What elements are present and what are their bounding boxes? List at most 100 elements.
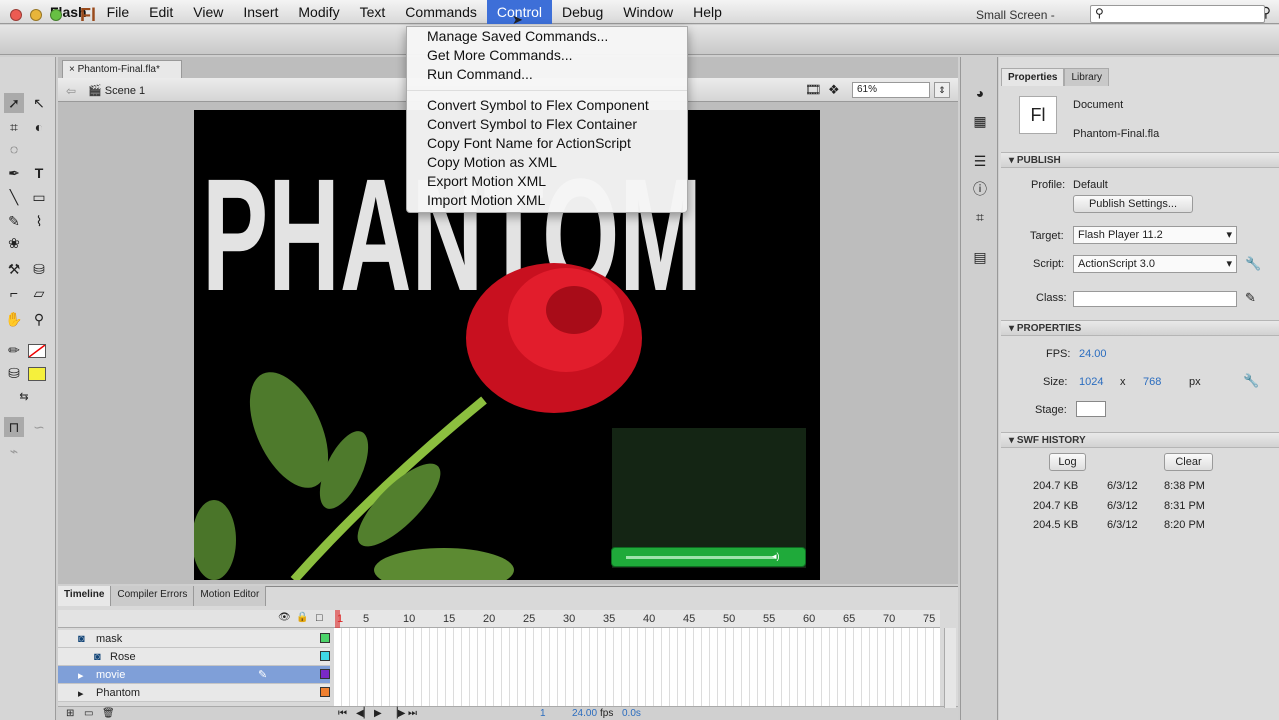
line-tool-icon[interactable]: ╲	[4, 187, 24, 207]
pen-tool-icon[interactable]: ✒	[4, 163, 24, 183]
selection-tool-icon[interactable]: ➚	[4, 93, 24, 113]
edit-scene-icon[interactable]: 🎞	[805, 82, 822, 98]
transform-panel-icon[interactable]: ⌗	[970, 207, 990, 227]
lasso-tool-icon[interactable]: ◌	[4, 139, 24, 159]
menu-item-export-motion-xml[interactable]: Export Motion XML	[427, 173, 546, 189]
layer-row-selected[interactable]: ▸ movie ✎	[58, 666, 330, 684]
last-frame-icon[interactable]: ⏭	[408, 708, 417, 719]
volume-icon[interactable]: ◂)	[772, 551, 780, 562]
tab-library[interactable]: Library	[1064, 68, 1110, 86]
step-forward-icon[interactable]: ▕▶	[390, 708, 405, 719]
swap-colors-icon[interactable]: ⇆	[14, 387, 34, 407]
fps-value[interactable]: 24.00	[1079, 348, 1107, 360]
menu-item-get-more-commands[interactable]: Get More Commands...	[427, 47, 573, 63]
timeline-scrollbar[interactable]	[944, 628, 956, 708]
menu-item-run-command[interactable]: Run Command...	[427, 66, 533, 82]
color-panel-icon[interactable]: ◕	[970, 83, 990, 103]
components-panel-icon[interactable]: ▤	[970, 247, 990, 267]
width-value[interactable]: 1024	[1079, 376, 1103, 388]
fill-color-swatch[interactable]	[28, 367, 46, 381]
bone-tool-icon[interactable]: ⚒	[4, 259, 24, 279]
show-hide-all-icon[interactable]: 👁	[278, 612, 291, 623]
menu-item-copy-motion-xml[interactable]: Copy Motion as XML	[427, 154, 557, 170]
menu-item-import-motion-xml[interactable]: Import Motion XML	[427, 192, 545, 208]
menu-view[interactable]: View	[183, 0, 233, 24]
edit-symbols-icon[interactable]: ❖	[828, 82, 840, 98]
workspace-switcher[interactable]: Small Screen ‐	[976, 8, 1055, 22]
subselection-tool-icon[interactable]: ↖	[29, 93, 49, 113]
snap-to-objects-icon[interactable]: ⊓	[4, 417, 24, 437]
properties-section-header[interactable]: ▾ PROPERTIES	[1001, 320, 1279, 336]
height-value[interactable]: 768	[1143, 376, 1161, 388]
swf-history-section-header[interactable]: ▾ SWF HISTORY	[1001, 432, 1279, 448]
help-search-input[interactable]: ⚲	[1090, 5, 1265, 23]
swatches-panel-icon[interactable]: ▦	[970, 111, 990, 131]
lock-all-icon[interactable]: 🔒	[296, 612, 308, 623]
tab-properties[interactable]: Properties	[1001, 68, 1065, 86]
wrench-icon[interactable]: 🔧	[1243, 373, 1259, 389]
outline-all-icon[interactable]: □	[316, 612, 323, 624]
menu-modify[interactable]: Modify	[288, 0, 349, 24]
zoom-control[interactable]: 61%	[852, 82, 930, 98]
pencil-tool-icon[interactable]: ✎	[4, 211, 24, 231]
stage-color-swatch[interactable]	[1076, 401, 1106, 417]
new-layer-icon[interactable]: ⊞	[66, 708, 74, 719]
tab-motion-editor[interactable]: Motion Editor	[194, 586, 267, 606]
minimize-window-button[interactable]	[30, 9, 42, 21]
menu-file[interactable]: File	[97, 0, 140, 24]
stroke-color-swatch[interactable]	[28, 344, 46, 358]
document-tab[interactable]: × Phantom-Final.fla*	[62, 60, 182, 78]
layer-outline-swatch[interactable]	[320, 669, 330, 679]
publish-section-header[interactable]: ▾ PUBLISH	[1001, 152, 1279, 168]
straighten-icon[interactable]: ⌁	[4, 441, 24, 461]
menu-insert[interactable]: Insert	[233, 0, 288, 24]
menu-commands[interactable]: Commands	[395, 0, 487, 24]
hand-tool-icon[interactable]: ✋	[4, 309, 24, 329]
menu-text[interactable]: Text	[350, 0, 396, 24]
target-select[interactable]: Flash Player 11.2 ▾	[1073, 226, 1237, 244]
align-panel-icon[interactable]: ☰	[970, 151, 990, 171]
close-tab-icon[interactable]: ×	[69, 64, 78, 75]
zoom-tool-icon[interactable]: ⚲	[29, 309, 49, 329]
delete-layer-icon[interactable]: 🗑	[102, 708, 115, 719]
layer-outline-swatch[interactable]	[320, 687, 330, 697]
paint-bucket-tool-icon[interactable]: ⛁	[29, 259, 49, 279]
new-folder-icon[interactable]: ▭	[84, 708, 93, 719]
layer-row[interactable]: ◙ mask	[58, 630, 330, 648]
menu-window[interactable]: Window	[613, 0, 683, 24]
menu-help[interactable]: Help	[683, 0, 732, 24]
clear-button[interactable]: Clear	[1164, 453, 1213, 471]
layer-outline-swatch[interactable]	[320, 651, 330, 661]
script-select[interactable]: ActionScript 3.0 ▾	[1073, 255, 1237, 273]
play-icon[interactable]: ▶	[374, 708, 382, 719]
wrench-icon[interactable]: 🔧	[1245, 256, 1261, 272]
menu-item-convert-flex-component[interactable]: Convert Symbol to Flex Component	[427, 97, 649, 113]
current-frame[interactable]: 1	[540, 708, 546, 719]
step-back-icon[interactable]: ◀▏	[356, 708, 371, 719]
eyedropper-tool-icon[interactable]: ⌐	[4, 283, 24, 303]
free-transform-tool-icon[interactable]: ⌗	[4, 117, 24, 137]
back-arrow-icon[interactable]: ⇦	[66, 84, 76, 98]
menu-item-copy-font-name[interactable]: Copy Font Name for ActionScript	[427, 135, 631, 151]
video-player-controls[interactable]: ◂)	[611, 547, 806, 567]
layer-outline-swatch[interactable]	[320, 633, 330, 643]
text-tool-icon[interactable]: T	[29, 163, 49, 183]
layer-row[interactable]: ▸ Phantom	[58, 684, 330, 702]
edit-class-icon[interactable]: ✎	[1245, 290, 1256, 306]
rectangle-tool-icon[interactable]: ▭	[29, 187, 49, 207]
scene-breadcrumb[interactable]: 🎬 Scene 1	[88, 84, 145, 97]
first-frame-icon[interactable]: ⏮	[338, 708, 347, 719]
menu-item-manage-saved-commands[interactable]: Manage Saved Commands...	[427, 28, 608, 44]
publish-settings-button[interactable]: Publish Settings...	[1073, 195, 1193, 213]
eraser-tool-icon[interactable]: ▱	[29, 283, 49, 303]
tab-compiler-errors[interactable]: Compiler Errors	[111, 586, 195, 606]
layer-row[interactable]: ◙ Rose	[58, 648, 330, 666]
seek-bar[interactable]	[626, 556, 776, 559]
frame-grid[interactable]	[334, 628, 940, 708]
close-window-button[interactable]	[10, 9, 22, 21]
tab-timeline[interactable]: Timeline	[58, 586, 112, 606]
frame-rate[interactable]: 24.00	[572, 708, 597, 719]
brush-tool-icon[interactable]: ⌇	[29, 211, 49, 231]
deco-tool-icon[interactable]: ❀	[4, 233, 24, 253]
zoom-stepper[interactable]: ⇕	[934, 82, 950, 98]
